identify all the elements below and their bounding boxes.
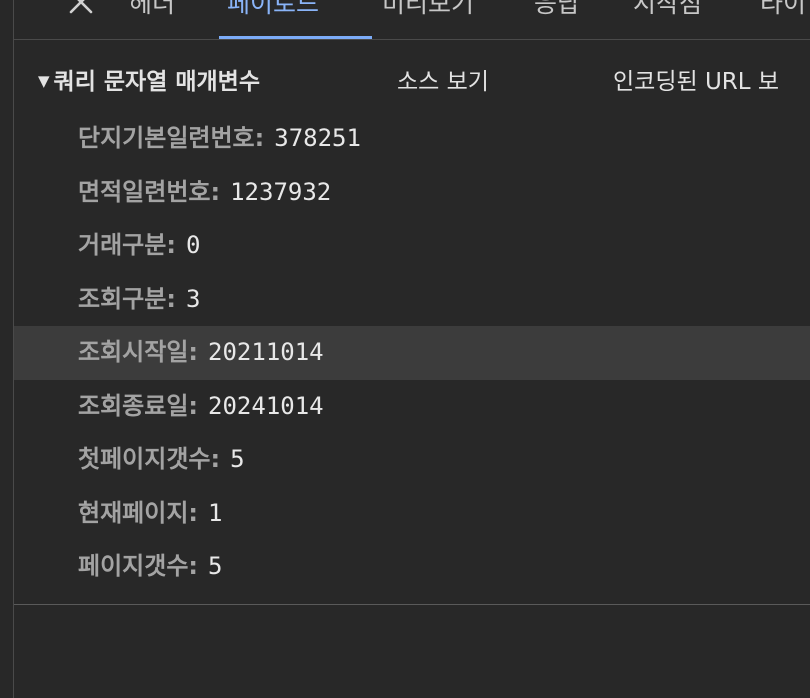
- param-value: 5: [230, 445, 245, 473]
- active-tab-indicator: [219, 36, 372, 39]
- param-key: 조회종료일: [78, 391, 189, 420]
- network-detail-tabbar: 헤더 페이로드 미리보기 응답 시작점 타이: [14, 0, 810, 40]
- triangle-down-icon: ▼: [38, 72, 50, 90]
- tab-timing[interactable]: 타이: [760, 0, 806, 39]
- param-row[interactable]: 면적일련번호: 1237932: [14, 166, 810, 220]
- close-icon[interactable]: [66, 0, 96, 18]
- section-divider: [14, 604, 810, 605]
- section-title-label: 쿼리 문자열 매개변수: [53, 69, 261, 95]
- param-key: 조회구분: [78, 284, 167, 313]
- param-value: 1: [208, 498, 223, 527]
- tab-preview[interactable]: 미리보기: [382, 0, 474, 39]
- devtools-payload-panel: 헤더 페이로드 미리보기 응답 시작점 타이 ▼ 쿼리 문자열 매개변수 소스 보…: [0, 0, 810, 698]
- view-url-encoded-link[interactable]: 인코딩된 URL 보: [613, 62, 779, 96]
- param-row[interactable]: 페이지갯수: 5: [14, 540, 810, 594]
- param-key: 현재페이지: [78, 498, 189, 527]
- param-key: 단지기본일련번호: [78, 124, 255, 152]
- param-row[interactable]: 현재페이지: 1: [14, 487, 810, 541]
- query-params-toggle[interactable]: ▼ 쿼리 문자열 매개변수: [38, 62, 260, 96]
- tab-payload[interactable]: 페이로드: [227, 0, 319, 39]
- param-value: 5: [208, 552, 223, 580]
- param-value: 3: [185, 284, 201, 313]
- tab-initiator[interactable]: 시작점: [633, 0, 702, 39]
- query-params-list: 단지기본일련번호: 378251 면적일련번호: 1237932 거래구분: 0 조회…: [14, 112, 810, 594]
- tab-response[interactable]: 응답: [534, 0, 580, 39]
- tab-headers[interactable]: 헤더: [129, 0, 175, 39]
- param-value: 20241014: [208, 391, 324, 420]
- param-value: 1237932: [230, 177, 332, 206]
- param-row[interactable]: 조회구분: 3: [14, 273, 810, 327]
- param-key: 면적일련번호: [78, 177, 211, 206]
- view-source-link[interactable]: 소스 보기: [397, 62, 489, 96]
- param-key: 조회시작일: [78, 338, 189, 366]
- panel-left-border: [0, 0, 14, 698]
- param-key: 첫페이지갯수: [78, 445, 211, 473]
- param-key: 페이지갯수: [78, 552, 189, 580]
- param-value: 378251: [274, 124, 361, 152]
- param-value: 0: [185, 231, 201, 259]
- param-row[interactable]: 단지기본일련번호: 378251: [14, 112, 810, 166]
- param-row[interactable]: 첫페이지갯수: 5: [14, 433, 810, 487]
- param-value: 20211014: [208, 338, 324, 366]
- param-row[interactable]: 조회종료일: 20241014: [14, 380, 810, 434]
- query-params-header: ▼ 쿼리 문자열 매개변수 소스 보기 인코딩된 URL 보: [14, 40, 810, 112]
- param-row[interactable]: 조회시작일: 20211014: [14, 326, 810, 380]
- param-key: 거래구분: [78, 231, 167, 259]
- param-row[interactable]: 거래구분: 0: [14, 219, 810, 273]
